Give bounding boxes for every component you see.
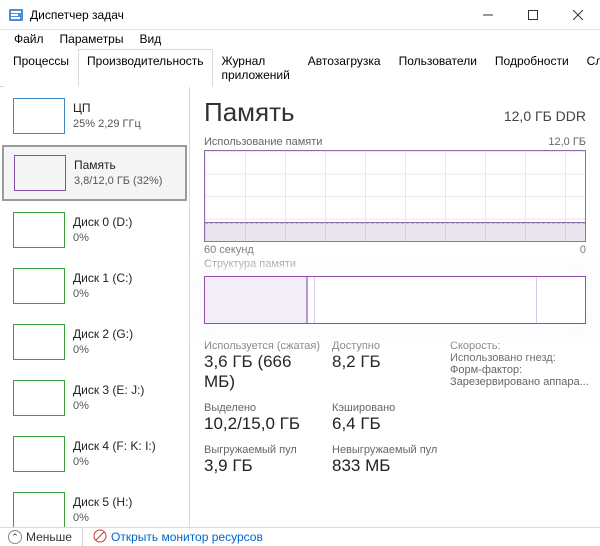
cached-value: 6,4 ГБ (332, 414, 442, 434)
sidebar-thumb-icon (13, 268, 65, 304)
usage-max: 12,0 ГБ (548, 136, 586, 148)
sidebar-item-sub: 3,8/12,0 ГБ (32%) (74, 174, 162, 189)
tab-services[interactable]: Службы (578, 49, 600, 87)
maximize-button[interactable] (510, 0, 555, 29)
tab-users[interactable]: Пользователи (390, 49, 486, 87)
paged-value: 3,9 ГБ (204, 456, 324, 476)
chart-x-end: 0 (580, 244, 586, 256)
sidebar-item-name: Диск 1 (C:) (73, 270, 132, 286)
usage-chart (204, 150, 586, 242)
resource-monitor-label: Открыть монитор ресурсов (111, 530, 263, 544)
menubar: Файл Параметры Вид (0, 30, 600, 48)
sidebar-item-3[interactable]: Диск 1 (C:)0% (2, 259, 187, 313)
tab-details[interactable]: Подробности (486, 49, 578, 87)
commit-value: 10,2/15,0 ГБ (204, 414, 324, 434)
paged-label: Выгружаемый пул (204, 444, 324, 456)
sidebar-item-1[interactable]: Память3,8/12,0 ГБ (32%) (2, 145, 187, 201)
sidebar-thumb-icon (14, 155, 66, 191)
titlebar: Диспетчер задач (0, 0, 600, 30)
tab-history[interactable]: Журнал приложений (213, 49, 299, 87)
sidebar-thumb-icon (13, 492, 65, 527)
sidebar-item-name: Диск 2 (G:) (73, 326, 133, 342)
reserved-label: Зарезервировано аппара... (450, 376, 600, 388)
struct-label: Структура памяти (204, 258, 586, 270)
sidebar-item-name: Диск 5 (H:) (73, 494, 132, 510)
speed-label: Скорость: (450, 340, 600, 352)
sidebar-item-sub: 25% 2,29 ГГц (73, 117, 141, 132)
sidebar-thumb-icon (13, 324, 65, 360)
sidebar-item-4[interactable]: Диск 2 (G:)0% (2, 315, 187, 369)
tab-performance[interactable]: Производительность (78, 49, 212, 87)
chevron-up-icon: ⌃ (8, 530, 22, 544)
sidebar-thumb-icon (13, 98, 65, 134)
divider (82, 528, 83, 546)
menu-view[interactable]: Вид (131, 30, 169, 48)
sidebar-item-name: Диск 0 (D:) (73, 214, 132, 230)
sidebar-item-name: Диск 3 (E: J:) (73, 382, 144, 398)
commit-label: Выделено (204, 402, 324, 414)
used-label: Используется (сжатая) (204, 340, 324, 352)
memory-spec: 12,0 ГБ DDR (504, 108, 586, 124)
sidebar-thumb-icon (13, 380, 65, 416)
sidebar-item-0[interactable]: ЦП25% 2,29 ГГц (2, 89, 187, 143)
less-label: Меньше (26, 530, 72, 544)
avail-label: Доступно (332, 340, 442, 352)
sidebar-item-name: ЦП (73, 100, 141, 116)
usage-label: Использование памяти (204, 136, 322, 148)
menu-file[interactable]: Файл (6, 30, 52, 48)
sidebar-item-name: Диск 4 (F: K: I:) (73, 438, 156, 454)
window-title: Диспетчер задач (30, 8, 465, 22)
chart-x-start: 60 секунд (204, 244, 254, 256)
page-title: Память (204, 97, 295, 128)
tabs: Процессы Производительность Журнал прило… (0, 48, 600, 87)
sidebar-item-sub: 0% (73, 511, 132, 526)
fewer-details-button[interactable]: ⌃ Меньше (8, 530, 72, 544)
main-panel: Память 12,0 ГБ DDR Использование памяти … (190, 87, 600, 527)
sidebar-item-5[interactable]: Диск 3 (E: J:)0% (2, 371, 187, 425)
memory-composition (204, 276, 586, 324)
stats-grid: Используется (сжатая)3,6 ГБ (666 МБ) Дос… (204, 340, 586, 482)
tab-startup[interactable]: Автозагрузка (299, 49, 390, 87)
sidebar-item-sub: 0% (73, 287, 132, 302)
menu-options[interactable]: Параметры (52, 30, 132, 48)
sidebar[interactable]: ЦП25% 2,29 ГГцПамять3,8/12,0 ГБ (32%)Дис… (0, 87, 190, 527)
form-label: Форм-фактор: (450, 364, 600, 376)
nonpaged-label: Невыгружаемый пул (332, 444, 442, 456)
used-value: 3,6 ГБ (666 МБ) (204, 352, 324, 392)
sidebar-item-6[interactable]: Диск 4 (F: K: I:)0% (2, 427, 187, 481)
footer: ⌃ Меньше Открыть монитор ресурсов (0, 527, 600, 546)
sidebar-item-sub: 0% (73, 231, 132, 246)
sidebar-item-sub: 0% (73, 399, 144, 414)
sidebar-item-sub: 0% (73, 343, 133, 358)
slots-label: Использовано гнезд: (450, 352, 600, 364)
sidebar-thumb-icon (13, 212, 65, 248)
avail-value: 8,2 ГБ (332, 352, 442, 372)
nonpaged-value: 833 МБ (332, 456, 442, 476)
sidebar-item-2[interactable]: Диск 0 (D:)0% (2, 203, 187, 257)
minimize-button[interactable] (465, 0, 510, 29)
cached-label: Кэшировано (332, 402, 442, 414)
sidebar-item-7[interactable]: Диск 5 (H:)0% (2, 483, 187, 527)
tab-processes[interactable]: Процессы (4, 49, 78, 87)
sidebar-item-sub: 0% (73, 455, 156, 470)
sidebar-item-name: Память (74, 157, 162, 173)
close-button[interactable] (555, 0, 600, 29)
app-icon (8, 7, 24, 23)
sidebar-thumb-icon (13, 436, 65, 472)
